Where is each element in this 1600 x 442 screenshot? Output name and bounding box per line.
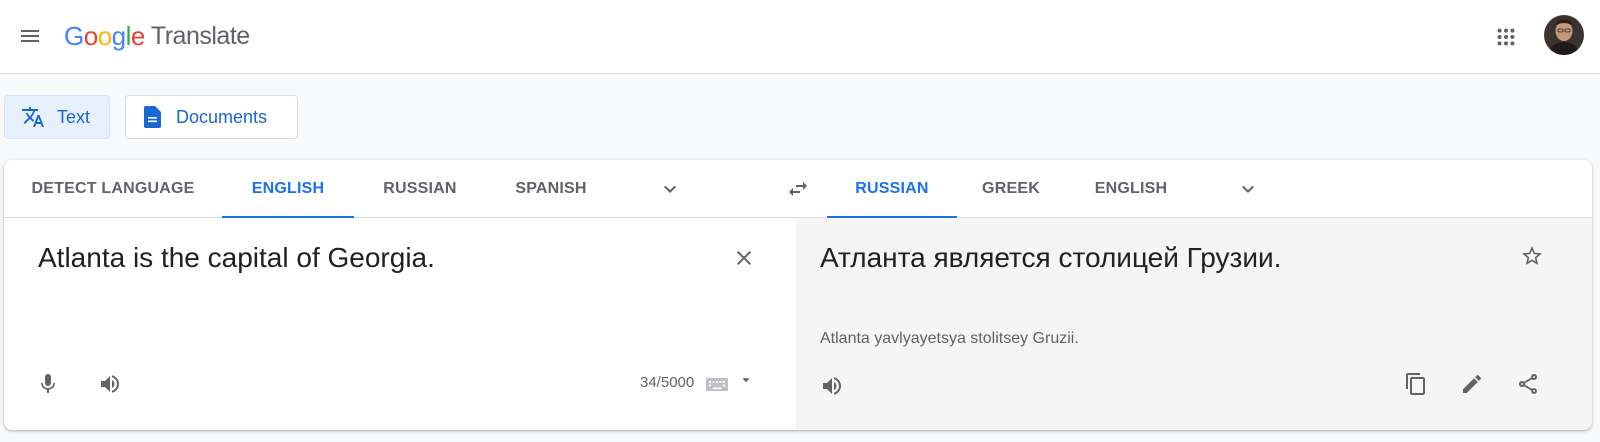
source-tab-spanish[interactable]: SPANISH bbox=[486, 160, 616, 218]
share-translation-button[interactable] bbox=[1508, 364, 1548, 404]
target-tab-russian[interactable]: RUSSIAN bbox=[827, 160, 957, 219]
source-tab-russian[interactable]: RUSSIAN bbox=[354, 160, 486, 218]
edit-translation-button[interactable] bbox=[1452, 364, 1492, 404]
input-tools-button[interactable] bbox=[700, 364, 734, 404]
speaker-icon bbox=[101, 375, 119, 393]
transliteration-text: Atlanta yavlyayetsya stolitsey Gruzii. bbox=[820, 330, 1079, 347]
source-tab-english[interactable]: ENGLISH bbox=[222, 160, 354, 219]
microphone-icon bbox=[41, 374, 55, 393]
google-wordmark: Google bbox=[64, 20, 145, 51]
source-text-input[interactable]: Atlanta is the capital of Georgia. bbox=[38, 242, 435, 274]
copy-translation-button[interactable] bbox=[1396, 364, 1436, 404]
star-outline-icon bbox=[1522, 246, 1542, 265]
avatar-image bbox=[1544, 15, 1584, 55]
app-header: Google Translate bbox=[0, 0, 1600, 74]
voice-input-button[interactable] bbox=[28, 364, 68, 404]
listen-translation-button[interactable] bbox=[812, 366, 852, 406]
close-icon bbox=[737, 251, 751, 265]
source-language-dropdown[interactable] bbox=[654, 173, 686, 205]
copy-icon bbox=[1406, 373, 1425, 395]
main-menu-button[interactable] bbox=[12, 18, 48, 54]
translation-card: DETECT LANGUAGE ENGLISH RUSSIAN SPANISH … bbox=[4, 160, 1592, 430]
character-counter: 34/5000 bbox=[640, 374, 695, 391]
user-avatar[interactable] bbox=[1544, 15, 1584, 55]
chevron-down-icon bbox=[664, 185, 676, 193]
listen-source-button[interactable] bbox=[90, 364, 130, 404]
hamburger-menu-icon bbox=[21, 30, 39, 42]
keyboard-icon bbox=[706, 378, 728, 391]
caret-down-icon bbox=[742, 378, 750, 383]
source-text-pane[interactable]: Atlanta is the capital of Georgia. 34/50… bbox=[4, 218, 796, 430]
source-tab-detect-language[interactable]: DETECT LANGUAGE bbox=[4, 160, 222, 218]
share-icon bbox=[1519, 374, 1537, 394]
pencil-icon bbox=[1463, 374, 1482, 393]
documents-mode-button[interactable]: Documents bbox=[125, 95, 298, 139]
translation-output-pane: Атланта является столицей Грузии. Atlant… bbox=[796, 218, 1592, 430]
product-name: Translate bbox=[150, 21, 250, 50]
text-mode-label: Text bbox=[57, 106, 91, 127]
translate-icon bbox=[22, 107, 44, 127]
target-tab-english[interactable]: ENGLISH bbox=[1065, 160, 1197, 218]
text-mode-button[interactable]: Text bbox=[4, 95, 110, 139]
target-language-dropdown[interactable] bbox=[1232, 173, 1264, 205]
clear-source-button[interactable] bbox=[724, 238, 764, 278]
swap-languages-button[interactable] bbox=[780, 173, 816, 205]
translated-text: Атланта является столицей Грузии. bbox=[820, 242, 1282, 273]
input-tools-dropdown[interactable] bbox=[734, 360, 758, 400]
google-translate-logo[interactable]: Google Translate bbox=[64, 18, 250, 54]
google-apps-button[interactable] bbox=[1486, 17, 1526, 57]
swap-arrows-icon bbox=[789, 182, 807, 196]
target-tab-greek[interactable]: GREEK bbox=[957, 160, 1065, 218]
apps-grid-icon bbox=[1497, 28, 1515, 46]
language-bar: DETECT LANGUAGE ENGLISH RUSSIAN SPANISH … bbox=[4, 160, 1592, 219]
documents-mode-label: Documents bbox=[176, 106, 268, 127]
speaker-icon bbox=[823, 377, 841, 395]
chevron-down-icon bbox=[1242, 185, 1254, 193]
save-translation-button[interactable] bbox=[1512, 236, 1552, 276]
document-icon bbox=[144, 106, 161, 128]
